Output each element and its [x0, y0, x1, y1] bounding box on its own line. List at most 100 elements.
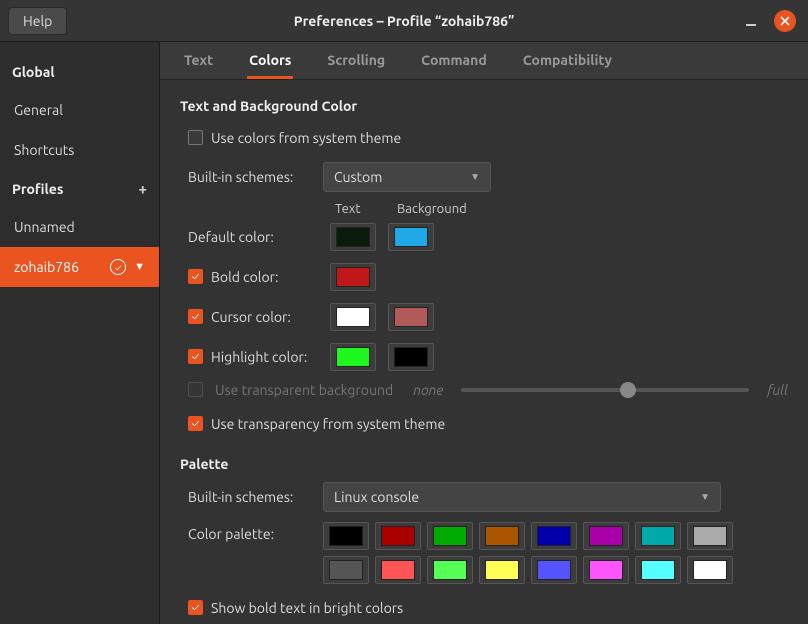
show-bold-bright-label: Show bold text in bright colors: [211, 600, 403, 616]
section-palette: Palette: [180, 456, 788, 472]
palette-color-15[interactable]: [687, 556, 733, 584]
palette-color-12[interactable]: [531, 556, 577, 584]
color-swatch: [336, 307, 370, 327]
cursor-text-color-button[interactable]: [330, 303, 376, 331]
palette-color-6[interactable]: [635, 522, 681, 550]
tab-compatibility[interactable]: Compatibility: [521, 42, 614, 78]
palette-color-7[interactable]: [687, 522, 733, 550]
builtin-schemes-select[interactable]: Custom ▼: [323, 162, 491, 192]
sidebar-item-general[interactable]: General: [0, 90, 159, 130]
color-swatch: [589, 560, 623, 580]
color-columns-header: Text Background: [335, 202, 788, 216]
color-swatch: [641, 526, 675, 546]
trans-system-label: Use transparency from system theme: [211, 416, 445, 432]
palette-color-11[interactable]: [479, 556, 525, 584]
color-swatch: [394, 347, 428, 367]
tab-colors[interactable]: Colors: [247, 42, 293, 78]
highlight-bg-color-button[interactable]: [388, 343, 434, 371]
checked-icon: ✓: [188, 416, 203, 431]
minimize-icon[interactable]: [742, 12, 760, 30]
color-swatch: [641, 560, 675, 580]
transparent-bg-label: Use transparent background: [215, 382, 393, 398]
chevron-down-icon: ▼: [470, 171, 480, 183]
palette-color-2[interactable]: [427, 522, 473, 550]
check-circle-icon: ✓: [110, 259, 126, 275]
color-swatch: [485, 526, 519, 546]
palette-color-8[interactable]: [323, 556, 369, 584]
sidebar-header-global: Global: [0, 54, 159, 90]
palette-color-5[interactable]: [583, 522, 629, 550]
highlight-color-checkbox[interactable]: ✓: [188, 349, 203, 364]
tab-text[interactable]: Text: [182, 42, 215, 78]
chevron-down-icon: ▼: [700, 491, 710, 503]
color-swatch: [537, 526, 571, 546]
color-swatch: [394, 307, 428, 327]
main-panel: Text Colors Scrolling Command Compatibil…: [160, 42, 808, 624]
color-swatch: [693, 526, 727, 546]
palette-color-9[interactable]: [375, 556, 421, 584]
palette-color-1[interactable]: [375, 522, 421, 550]
sidebar-item-unnamed[interactable]: Unnamed: [0, 207, 159, 247]
color-swatch: [336, 227, 370, 247]
bold-text-color-button[interactable]: [330, 263, 376, 291]
color-swatch: [433, 560, 467, 580]
col-bg-header: Background: [397, 202, 467, 216]
color-palette-label: Color palette:: [188, 522, 323, 542]
color-swatch: [537, 560, 571, 580]
bold-color-label: Bold color:: [211, 269, 278, 285]
color-swatch: [381, 526, 415, 546]
show-bold-bright-checkbox[interactable]: ✓ Show bold text in bright colors: [188, 600, 403, 616]
slider-thumb-icon: [620, 382, 636, 398]
unchecked-icon: [188, 130, 203, 145]
slider-full-label: full: [767, 382, 788, 398]
palette-color-0[interactable]: [323, 522, 369, 550]
palette-color-4[interactable]: [531, 522, 577, 550]
content-area: Text and Background Color Use colors fro…: [160, 80, 808, 624]
chevron-down-icon[interactable]: ▼: [134, 261, 145, 273]
sidebar-item-active-profile[interactable]: zohaib786 ✓ ▼: [0, 247, 159, 287]
palette-builtin-label: Built-in schemes:: [188, 489, 323, 505]
window-title: Preferences – Profile “zohaib786”: [0, 13, 808, 29]
color-swatch: [336, 347, 370, 367]
palette-color-13[interactable]: [583, 556, 629, 584]
close-icon[interactable]: [774, 10, 796, 32]
titlebar: Help Preferences – Profile “zohaib786”: [0, 0, 808, 42]
tab-bar: Text Colors Scrolling Command Compatibil…: [160, 42, 808, 80]
cursor-bg-color-button[interactable]: [388, 303, 434, 331]
palette-builtin-select[interactable]: Linux console ▼: [323, 482, 721, 512]
tab-command[interactable]: Command: [419, 42, 489, 78]
add-profile-icon[interactable]: +: [139, 180, 147, 197]
palette-color-10[interactable]: [427, 556, 473, 584]
color-swatch: [394, 227, 428, 247]
sidebar: Global General Shortcuts Profiles + Unna…: [0, 42, 160, 624]
tab-scrolling[interactable]: Scrolling: [325, 42, 387, 78]
color-swatch: [589, 526, 623, 546]
section-text-bg: Text and Background Color: [180, 98, 788, 114]
color-swatch: [336, 267, 370, 287]
default-bg-color-button[interactable]: [388, 223, 434, 251]
builtin-schemes-value: Custom: [334, 169, 382, 185]
highlight-text-color-button[interactable]: [330, 343, 376, 371]
palette-color-14[interactable]: [635, 556, 681, 584]
sidebar-item-shortcuts[interactable]: Shortcuts: [0, 130, 159, 170]
color-swatch: [485, 560, 519, 580]
help-button[interactable]: Help: [8, 7, 67, 35]
sidebar-header-profiles: Profiles +: [0, 170, 159, 207]
transparent-bg-checkbox: [188, 382, 203, 397]
builtin-schemes-label: Built-in schemes:: [188, 169, 323, 185]
cursor-color-label: Cursor color:: [211, 309, 291, 325]
use-system-theme-checkbox[interactable]: Use colors from system theme: [188, 130, 401, 146]
slider-none-label: none: [413, 382, 443, 398]
trans-system-checkbox[interactable]: ✓ Use transparency from system theme: [188, 416, 445, 432]
palette-color-3[interactable]: [479, 522, 525, 550]
color-swatch: [433, 526, 467, 546]
active-profile-label: zohaib786: [14, 259, 79, 275]
use-system-theme-label: Use colors from system theme: [211, 130, 401, 146]
bold-color-checkbox[interactable]: ✓: [188, 269, 203, 284]
palette-builtin-value: Linux console: [334, 489, 419, 505]
checked-icon: ✓: [188, 600, 203, 615]
color-swatch: [381, 560, 415, 580]
cursor-color-checkbox[interactable]: ✓: [188, 309, 203, 324]
default-text-color-button[interactable]: [330, 223, 376, 251]
default-color-label: Default color:: [188, 229, 274, 245]
